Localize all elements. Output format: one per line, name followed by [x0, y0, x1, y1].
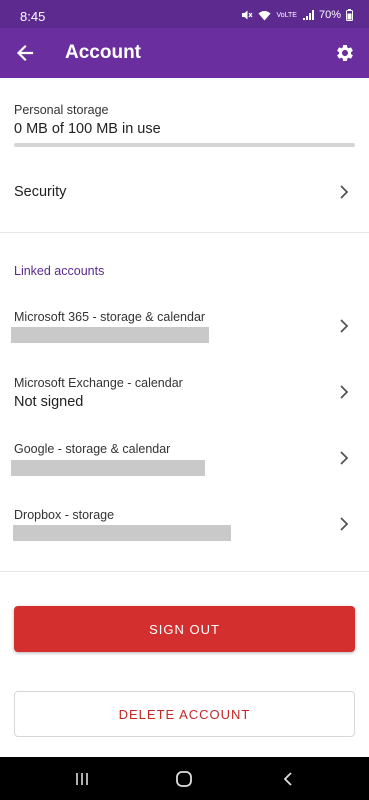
- status-icons: VoLTE 70%: [241, 9, 353, 21]
- home-button[interactable]: [174, 769, 194, 789]
- account-status: Not signed: [14, 394, 84, 410]
- chevron-right-icon: [340, 451, 349, 465]
- linked-account-microsoft-exchange[interactable]: Microsoft Exchange - calendar Not signed: [0, 366, 369, 422]
- account-label: Microsoft 365 - storage & calendar: [14, 310, 206, 324]
- back-button[interactable]: [12, 40, 38, 66]
- storage-section: Personal storage 0 MB of 100 MB in use: [14, 103, 355, 147]
- wifi-icon: [258, 10, 271, 21]
- linked-accounts-header: Linked accounts: [14, 264, 105, 278]
- chevron-left-icon: [283, 772, 292, 786]
- sign-out-button[interactable]: SIGN OUT: [14, 606, 355, 652]
- home-icon: [176, 771, 192, 787]
- arrow-left-icon: [16, 44, 34, 62]
- status-time: 8:45: [20, 9, 46, 24]
- chevron-right-icon: [340, 185, 349, 199]
- linked-account-google[interactable]: Google - storage & calendar: [0, 432, 369, 488]
- divider: [0, 232, 369, 233]
- battery-icon: [346, 9, 353, 21]
- recent-apps-button[interactable]: [72, 769, 92, 789]
- linked-account-dropbox[interactable]: Dropbox - storage: [0, 498, 369, 554]
- account-label: Google - storage & calendar: [14, 442, 171, 456]
- mute-icon: [241, 9, 253, 21]
- system-back-button[interactable]: [278, 769, 298, 789]
- security-row[interactable]: Security: [0, 170, 369, 214]
- divider: [0, 571, 369, 572]
- account-label: Microsoft Exchange - calendar: [14, 376, 183, 390]
- redacted-email: [11, 460, 205, 476]
- settings-button[interactable]: [332, 40, 358, 66]
- storage-usage: 0 MB of 100 MB in use: [14, 121, 161, 137]
- redacted-email: [11, 327, 209, 343]
- chevron-right-icon: [340, 319, 349, 333]
- security-label: Security: [14, 184, 67, 200]
- network-label: VoLTE: [276, 11, 297, 19]
- account-label: Dropbox - storage: [14, 508, 115, 522]
- battery-text: 70%: [318, 9, 341, 21]
- redacted-email: [13, 525, 231, 541]
- storage-label: Personal storage: [14, 103, 109, 117]
- chevron-right-icon: [340, 385, 349, 399]
- gear-icon: [337, 44, 353, 61]
- storage-progress-bar: [14, 143, 355, 147]
- status-bar: 8:45 VoLTE 70%: [0, 0, 369, 28]
- system-nav-bar: [0, 757, 369, 800]
- delete-account-button[interactable]: DELETE ACCOUNT: [14, 691, 355, 737]
- signal-icon: [302, 9, 314, 21]
- chevron-right-icon: [340, 517, 349, 531]
- app-bar: Account: [0, 28, 369, 78]
- page-title: Account: [65, 42, 141, 63]
- recent-apps-icon: [76, 773, 88, 785]
- linked-account-microsoft-365[interactable]: Microsoft 365 - storage & calendar: [0, 300, 369, 356]
